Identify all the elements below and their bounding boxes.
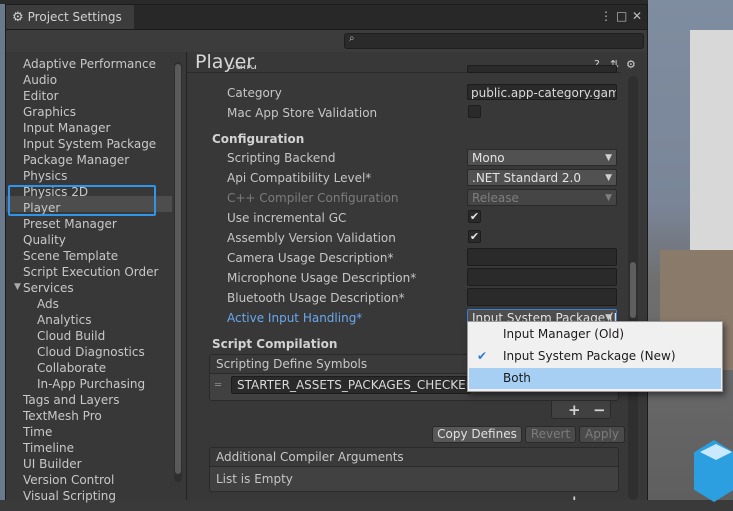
menu-item-both[interactable]: Both [469, 368, 721, 389]
define-symbol-field[interactable]: STARTER_ASSETS_PACKAGES_CHECKED [231, 376, 471, 394]
input-handling-popup: Input Manager (Old) ✔ Input System Packa… [467, 321, 723, 392]
category-field[interactable]: public.app-category.game [467, 84, 617, 100]
scripting-backend-label: Scripting Backend [227, 151, 336, 165]
incremental-gc-label: Use incremental GC [227, 211, 347, 225]
sidebar-item-graphics[interactable]: Graphics [23, 104, 76, 120]
assembly-validation-checkbox[interactable]: ✔ [468, 230, 481, 243]
mic-usage-field[interactable] [467, 268, 617, 286]
sidebar: Adaptive Performance Audio Editor Graphics I… [6, 52, 186, 503]
sidebar-item-timeline[interactable]: Timeline [23, 440, 74, 456]
bt-usage-label: Bluetooth Usage Description* [227, 291, 405, 305]
mac-validation-label: Mac App Store Validation [227, 106, 378, 120]
expand-arrow-icon[interactable]: ▼ [14, 282, 21, 292]
sidebar-item-audio[interactable]: Audio [23, 72, 57, 88]
cpp-config-dropdown: Release ▼ [467, 189, 617, 206]
project-settings-window: ⚙ Project Settings ⋮ □ ✕ ⌕ Adaptive Perf… [5, 4, 648, 503]
sidebar-item-adaptive-performance[interactable]: Adaptive Performance [23, 56, 156, 72]
configuration-header: Configuration [212, 132, 305, 146]
api-level-dropdown[interactable]: .NET Standard 2.0 ▼ [467, 169, 617, 186]
camera-usage-label: Camera Usage Description* [227, 251, 394, 265]
panel-scrollbar[interactable] [628, 76, 638, 500]
menu-item-label: Input System Package (New) [503, 349, 676, 363]
sidebar-item-input-manager[interactable]: Input Manager [23, 120, 111, 136]
input-handling-label: Active Input Handling* [227, 311, 363, 325]
script-compilation-header: Script Compilation [212, 337, 338, 351]
sidebar-item-package-manager[interactable]: Package Manager [23, 152, 129, 168]
mac-validation-checkbox[interactable] [468, 105, 481, 118]
compiler-args-header: Additional Compiler Arguments [209, 447, 619, 467]
player-settings-panel: Player ? ⇅ ⚙ Build Category public.app-c… [187, 52, 647, 500]
gear-icon: ⚙ [12, 9, 24, 25]
menu-item-label: Input Manager (Old) [503, 327, 625, 341]
settings-gear-icon[interactable]: ⚙ [626, 58, 636, 71]
remove-argument-button: − [593, 492, 606, 500]
title-bar: ⚙ Project Settings ⋮ □ ✕ [6, 5, 647, 30]
sidebar-item-editor[interactable]: Editor [23, 88, 59, 104]
cpp-config-value: Release [472, 191, 519, 205]
menu-item-input-manager[interactable]: Input Manager (Old) [469, 324, 721, 345]
sidebar-item-analytics[interactable]: Analytics [37, 312, 92, 328]
dropdown-arrow-icon: ▼ [605, 153, 612, 163]
compiler-args-list: List is Empty [209, 466, 619, 492]
sidebar-item-time[interactable]: Time [23, 424, 52, 440]
sidebar-item-textmesh-pro[interactable]: TextMesh Pro [23, 408, 102, 424]
api-level-value: .NET Standard 2.0 [472, 171, 582, 185]
search-icon: ⌕ [349, 33, 355, 44]
player-highlight-annotation [8, 185, 156, 216]
window-tab[interactable]: ⚙ Project Settings [6, 5, 134, 29]
add-define-button[interactable]: + [568, 401, 581, 419]
sidebar-item-quality[interactable]: Quality [23, 232, 66, 248]
sidebar-item-version-control[interactable]: Version Control [23, 472, 114, 488]
checkmark-icon: ✔ [469, 230, 480, 243]
sidebar-item-preset-manager[interactable]: Preset Manager [23, 216, 117, 232]
sidebar-item-tags-and-layers[interactable]: Tags and Layers [23, 392, 119, 408]
close-icon[interactable]: ✕ [632, 9, 642, 23]
panel-scroll-thumb[interactable] [630, 262, 636, 318]
build-label-partial: Build [227, 65, 258, 72]
category-label: Category [227, 86, 282, 100]
dropdown-arrow-icon: ▼ [605, 193, 612, 203]
menu-item-label: Both [503, 371, 531, 385]
sidebar-item-in-app-purchasing[interactable]: In-App Purchasing [37, 376, 145, 392]
mic-usage-label: Microphone Usage Description* [227, 271, 417, 285]
api-level-label: Api Compatibility Level* [227, 171, 372, 185]
incremental-gc-checkbox[interactable]: ✔ [468, 210, 481, 223]
menu-item-input-system[interactable]: ✔ Input System Package (New) [469, 346, 721, 367]
sidebar-item-ui-builder[interactable]: UI Builder [23, 456, 82, 472]
bt-usage-field[interactable] [467, 288, 617, 306]
copy-defines-button[interactable]: Copy Defines [432, 426, 522, 443]
assembly-validation-label: Assembly Version Validation [227, 231, 396, 245]
sidebar-item-ads[interactable]: Ads [37, 296, 59, 312]
more-options-icon[interactable]: ⋮ [600, 9, 612, 23]
sidebar-item-input-system-package[interactable]: Input System Package [23, 136, 156, 152]
sidebar-item-physics[interactable]: Physics [23, 168, 67, 184]
sidebar-item-cloud-diagnostics[interactable]: Cloud Diagnostics [37, 344, 145, 360]
scripting-backend-dropdown[interactable]: Mono ▼ [467, 149, 617, 166]
scene-wall [690, 30, 733, 260]
checkmark-icon: ✔ [469, 210, 480, 223]
build-field-partial[interactable] [467, 65, 617, 73]
sidebar-item-scene-template[interactable]: Scene Template [23, 248, 118, 264]
search-input[interactable]: ⌕ [344, 33, 644, 49]
apply-button: Apply [579, 426, 625, 443]
sidebar-item-cloud-build[interactable]: Cloud Build [37, 328, 105, 344]
revert-button: Revert [525, 426, 576, 443]
scripting-backend-value: Mono [472, 151, 505, 165]
search-row: ⌕ [6, 30, 647, 52]
drag-handle-icon[interactable]: ═ [215, 380, 221, 391]
maximize-icon[interactable]: □ [616, 9, 627, 23]
sidebar-item-script-execution-order[interactable]: Script Execution Order [23, 264, 158, 280]
sidebar-item-collaborate[interactable]: Collaborate [37, 360, 106, 376]
sidebar-scroll-thumb[interactable] [175, 64, 181, 474]
sidebar-item-services[interactable]: Services [23, 280, 74, 296]
window-title: Project Settings [27, 10, 122, 24]
add-argument-button[interactable]: + [568, 492, 581, 500]
sidebar-item-visual-scripting[interactable]: Visual Scripting [23, 488, 116, 504]
sidebar-scrollbar[interactable] [174, 62, 182, 482]
cpp-config-label: C++ Compiler Configuration [227, 191, 399, 205]
camera-usage-field[interactable] [467, 248, 617, 266]
checkmark-icon: ✔ [477, 349, 488, 363]
remove-define-button[interactable]: − [593, 401, 606, 419]
dropdown-arrow-icon: ▼ [605, 173, 612, 183]
